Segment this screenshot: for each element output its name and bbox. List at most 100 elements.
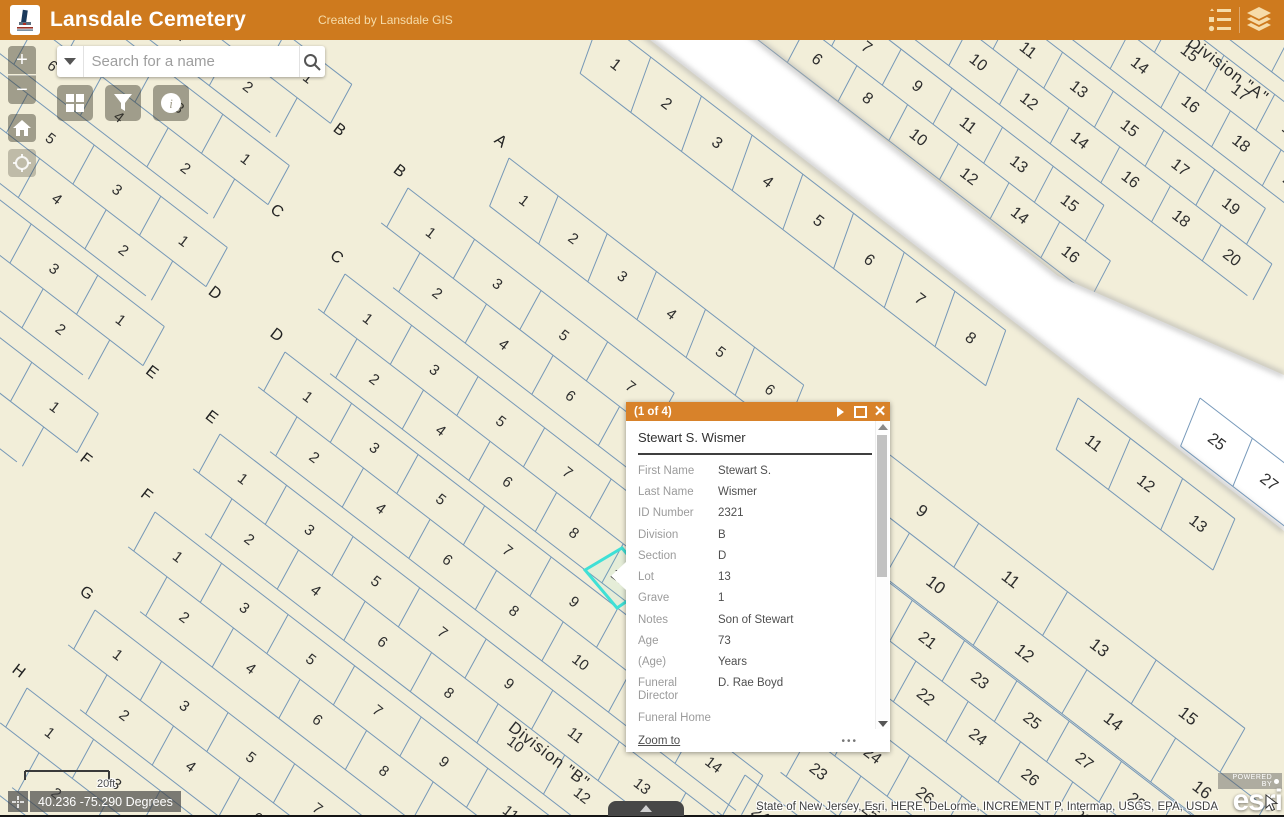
svg-text:1: 1: [299, 388, 316, 407]
popup-field-row: DivisionB: [638, 529, 872, 542]
popup-close-button[interactable]: ✕: [870, 402, 890, 421]
svg-text:3: 3: [614, 267, 631, 286]
svg-text:3: 3: [366, 439, 383, 458]
my-location-button[interactable]: [8, 149, 36, 177]
zoom-to-link[interactable]: Zoom to: [638, 735, 680, 747]
svg-text:9: 9: [435, 753, 452, 772]
svg-text:9: 9: [500, 675, 517, 694]
svg-text:9: 9: [908, 77, 926, 96]
svg-text:E: E: [202, 407, 221, 427]
popup-field-label: Division: [638, 529, 718, 542]
svg-text:4: 4: [242, 660, 259, 679]
svg-text:3: 3: [108, 181, 125, 200]
legend-button[interactable]: [1201, 0, 1239, 40]
svg-text:5: 5: [302, 650, 319, 669]
svg-text:4: 4: [663, 305, 680, 324]
svg-text:9: 9: [565, 593, 582, 612]
svg-text:3: 3: [301, 521, 318, 540]
svg-text:1: 1: [112, 311, 129, 330]
scroll-down-icon[interactable]: [878, 721, 888, 727]
svg-text:20: 20: [1279, 171, 1284, 195]
svg-text:10: 10: [906, 126, 931, 150]
svg-text:2: 2: [0, 407, 3, 426]
svg-text:7: 7: [622, 378, 639, 397]
svg-text:1: 1: [175, 232, 192, 251]
svg-text:4: 4: [182, 758, 199, 777]
svg-text:23: 23: [806, 760, 831, 784]
svg-text:6: 6: [439, 551, 456, 570]
svg-text:19: 19: [1278, 120, 1284, 144]
search-input[interactable]: [83, 46, 299, 77]
popup-next-button[interactable]: [830, 402, 850, 421]
svg-text:12: 12: [1016, 90, 1041, 114]
scrollbar-thumb[interactable]: [877, 435, 887, 577]
svg-text:16: 16: [1189, 777, 1216, 804]
basemap-gallery-button[interactable]: [57, 85, 93, 121]
popup-field-value: B: [718, 529, 726, 542]
popup-field-row: Grave1: [638, 592, 872, 605]
layers-icon: [1245, 7, 1273, 33]
popup-more-actions[interactable]: •••: [841, 736, 858, 747]
popup-field-value: Stewart S.: [718, 465, 771, 478]
svg-text:15: 15: [1057, 192, 1082, 216]
svg-text:10: 10: [966, 51, 991, 75]
svg-text:23: 23: [967, 669, 992, 693]
svg-text:13: 13: [1066, 78, 1091, 102]
svg-text:2: 2: [116, 706, 133, 725]
popup-field-label: (Age): [638, 656, 718, 669]
popup-field-row: Funeral Home: [638, 712, 872, 725]
svg-text:F: F: [77, 450, 95, 470]
monument-icon: [14, 8, 36, 32]
svg-text:4: 4: [495, 336, 512, 355]
popup-field-row: SectionD: [638, 550, 872, 563]
svg-text:B: B: [390, 161, 409, 181]
svg-text:24: 24: [965, 725, 990, 749]
zoom-in-button[interactable]: +: [8, 46, 36, 74]
svg-text:2: 2: [306, 448, 323, 467]
info-button[interactable]: i: [153, 85, 189, 121]
attribute-table-tab[interactable]: [608, 801, 684, 816]
svg-text:4: 4: [307, 582, 324, 601]
svg-text:A: A: [491, 131, 510, 151]
popup-field-value: Years: [718, 656, 747, 669]
svg-text:7: 7: [858, 38, 876, 57]
svg-text:6: 6: [374, 633, 391, 652]
popup-scrollbar[interactable]: [875, 421, 889, 730]
svg-text:3: 3: [708, 134, 726, 153]
app-window: 987654321B1110987654321C1110987654321D11…: [0, 0, 1284, 817]
popup-paging-label: (1 of 4): [634, 406, 830, 418]
filter-button[interactable]: [105, 85, 141, 121]
popup-field-label: Funeral Director: [638, 677, 718, 703]
chevron-down-icon: [64, 58, 76, 65]
svg-text:6: 6: [562, 387, 579, 406]
svg-text:15: 15: [1175, 703, 1202, 730]
search-button[interactable]: [299, 46, 326, 77]
popup-field-row: First NameStewart S.: [638, 465, 872, 478]
popup-field-value: D: [718, 550, 726, 563]
popup-field-value: D. Rae Boyd: [718, 677, 783, 703]
popup-field-value: Son of Stewart: [718, 614, 793, 627]
home-button[interactable]: [8, 114, 36, 142]
scroll-up-icon[interactable]: [878, 424, 888, 430]
svg-text:3: 3: [489, 275, 506, 294]
popup-body: Stewart S. Wismer First NameStewart S.La…: [626, 421, 876, 730]
popup-maximize-button[interactable]: [850, 402, 870, 421]
search-source-dropdown[interactable]: [57, 46, 83, 77]
feature-popup: (1 of 4) ✕ Stewart S. Wismer First NameS…: [626, 402, 890, 752]
popup-title: Stewart S. Wismer: [638, 430, 872, 445]
svg-text:5: 5: [809, 212, 827, 231]
svg-text:2: 2: [657, 95, 675, 114]
svg-text:11: 11: [1016, 39, 1040, 63]
popup-field-value: 1: [718, 592, 724, 605]
layers-button[interactable]: [1240, 0, 1278, 40]
map-attribution: State of New Jersey, Esri, HERE, DeLorme…: [756, 801, 1218, 813]
zoom-out-button[interactable]: −: [8, 75, 36, 104]
svg-text:1: 1: [422, 224, 439, 243]
coordinate-widget[interactable]: 40.236 -75.290 Degrees: [8, 791, 181, 812]
popup-pointer: [611, 562, 626, 590]
popup-field-row: ID Number2321: [638, 507, 872, 520]
svg-text:D: D: [267, 325, 287, 346]
coordinate-readout: 40.236 -75.290 Degrees: [30, 791, 181, 812]
svg-text:21: 21: [915, 629, 940, 653]
crosshair-icon[interactable]: [8, 791, 28, 812]
